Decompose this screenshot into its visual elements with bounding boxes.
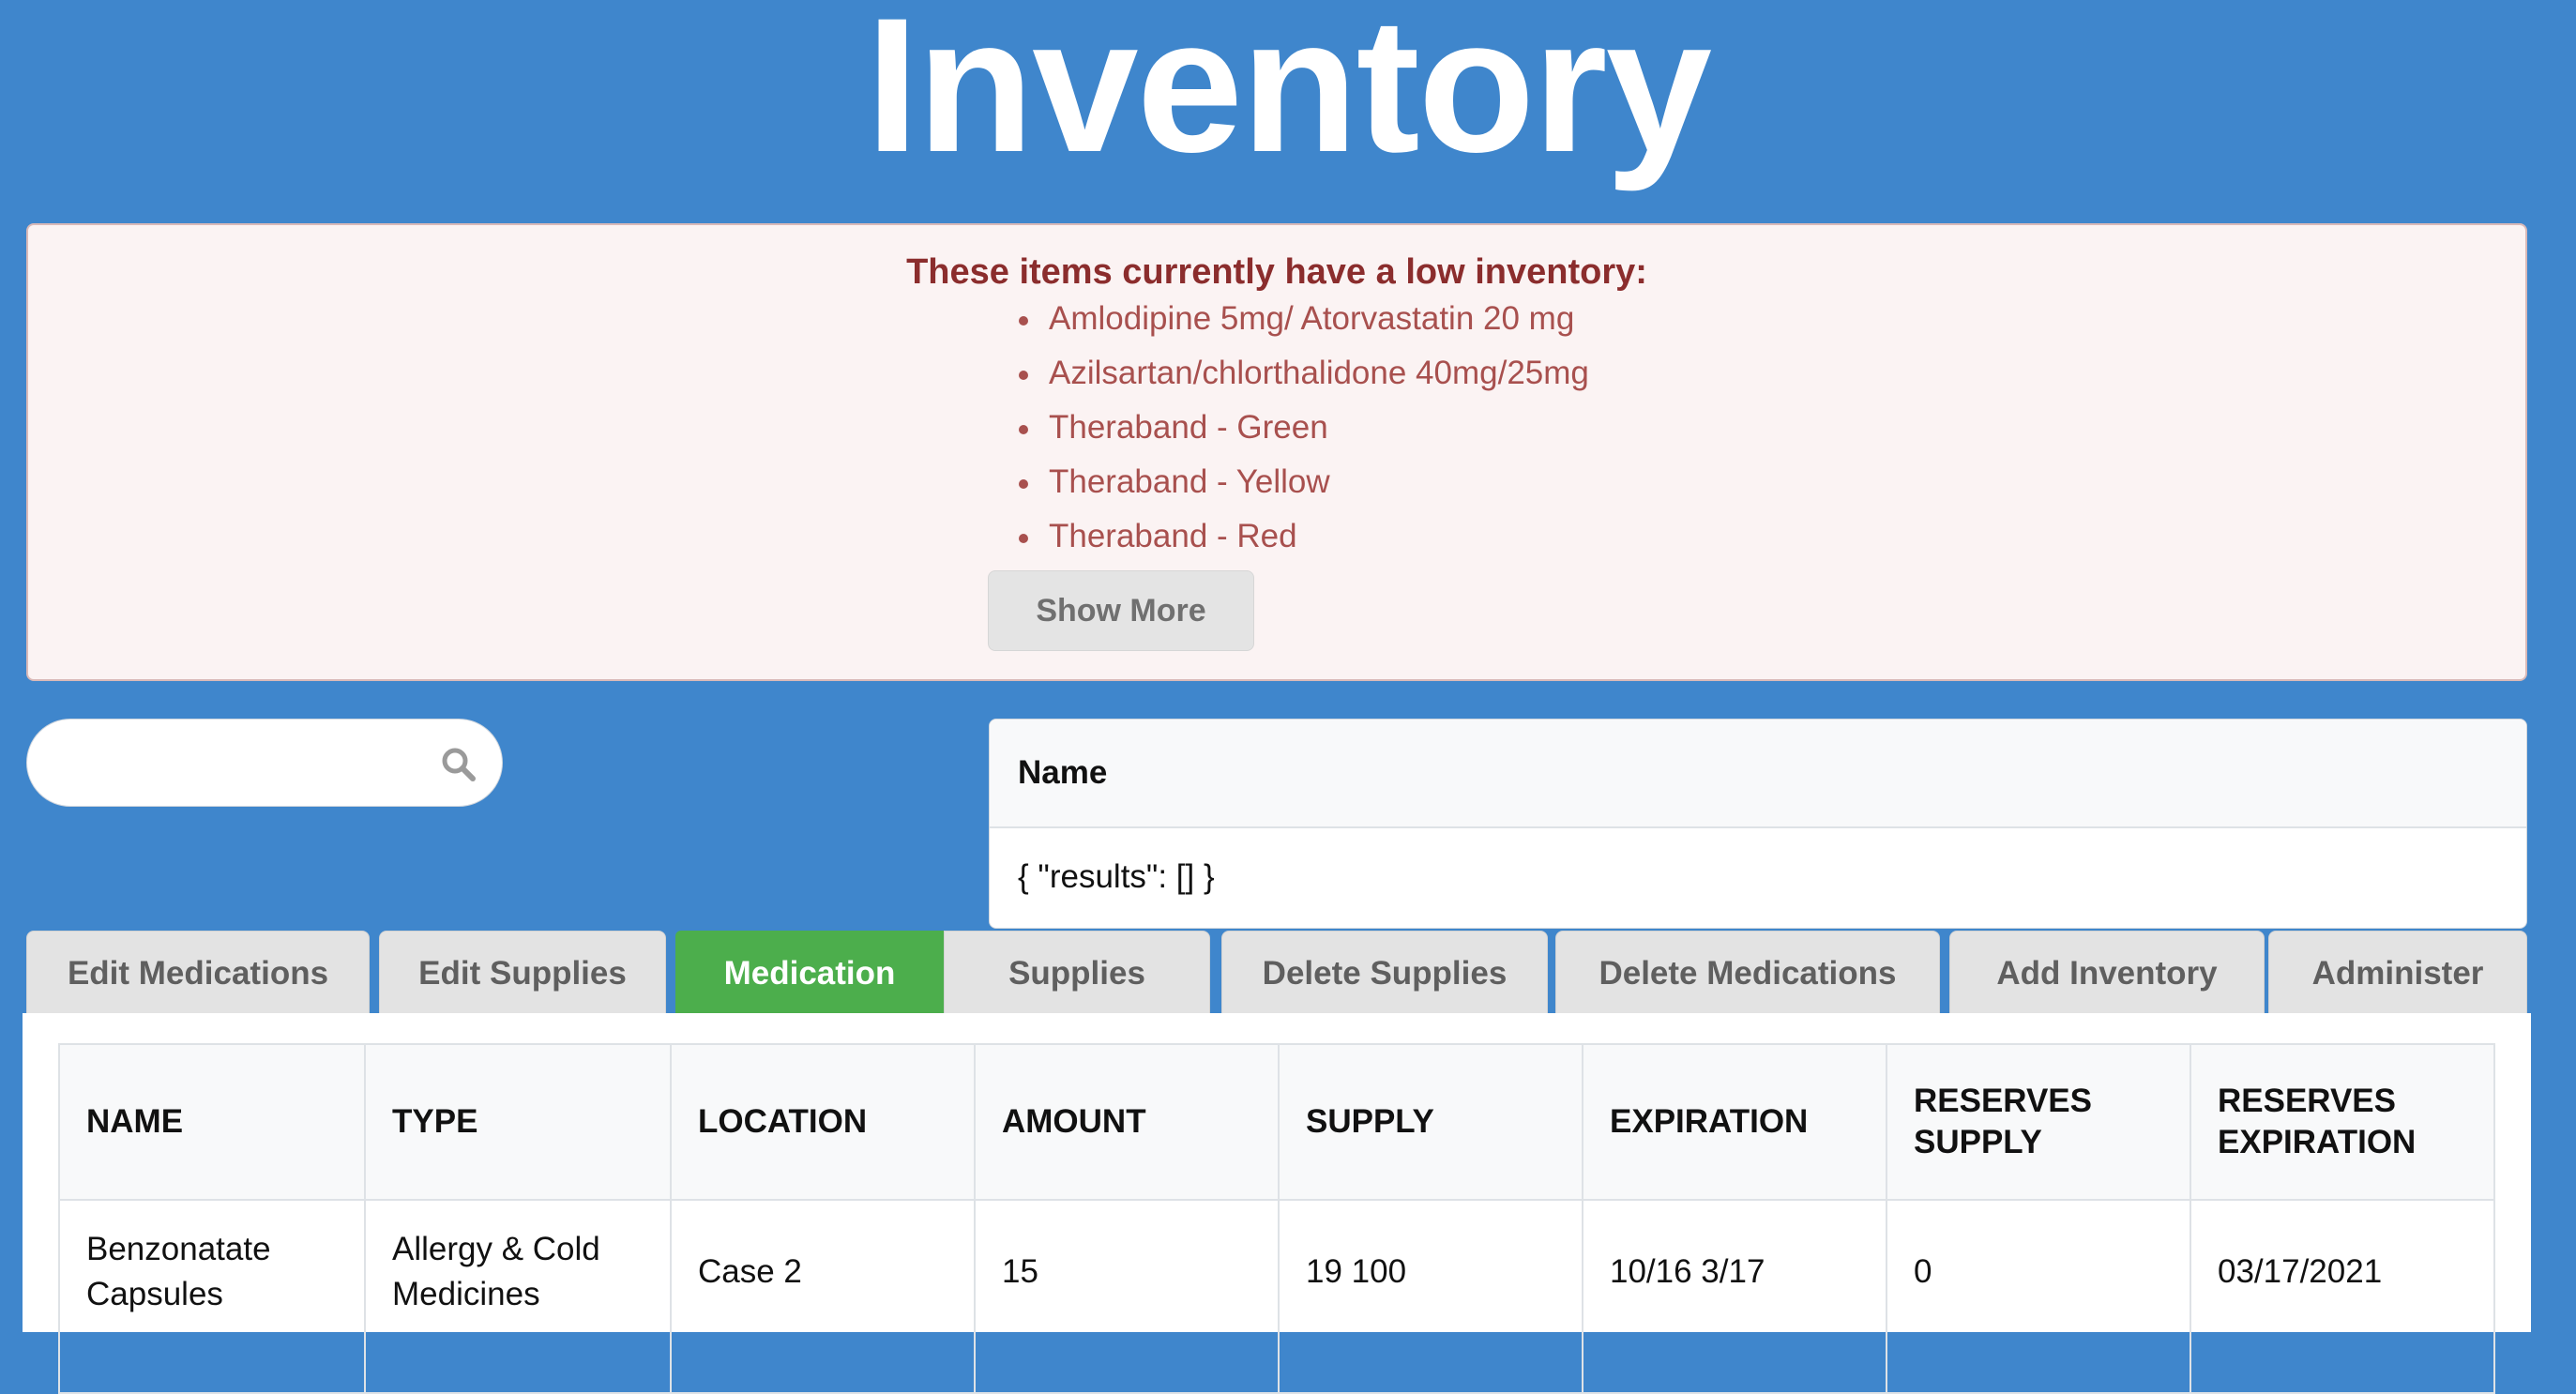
column-header[interactable]: AMOUNT	[974, 1043, 1280, 1201]
medication-table: NAME TYPE LOCATION AMOUNT SUPPLY EXPIRAT…	[58, 1043, 2495, 1394]
search-icon[interactable]	[440, 746, 477, 783]
results-header: Name	[990, 720, 2526, 828]
column-header[interactable]: LOCATION	[670, 1043, 976, 1201]
search-input[interactable]	[55, 736, 434, 791]
search-box	[26, 719, 503, 807]
tab-administer[interactable]: Administer	[2268, 931, 2527, 1015]
alert-heading: These items currently have a low invento…	[906, 252, 1647, 292]
table-cell: 03/17/2021	[2190, 1199, 2495, 1394]
table-row[interactable]: Benzonatate Capsules Allergy & Cold Medi…	[58, 1199, 2495, 1394]
show-more-button[interactable]: Show More	[988, 570, 1254, 651]
low-inventory-item: Theraband - Red	[1019, 516, 1589, 570]
page-title: Inventory	[865, 0, 1712, 192]
column-header[interactable]: EXPIRATION	[1582, 1043, 1887, 1201]
low-inventory-item: Azilsartan/chlorthalidone 40mg/25mg	[1019, 353, 1589, 407]
search-results-panel: Name { "results": [] }	[989, 719, 2527, 929]
table-header-row: NAME TYPE LOCATION AMOUNT SUPPLY EXPIRAT…	[58, 1043, 2495, 1201]
tab-edit-medications[interactable]: Edit Medications	[26, 931, 370, 1015]
tab-delete-medications[interactable]: Delete Medications	[1555, 931, 1940, 1015]
table-cell: 0	[1886, 1199, 2191, 1394]
tab-edit-supplies[interactable]: Edit Supplies	[379, 931, 666, 1015]
table-cell: 15	[974, 1199, 1280, 1394]
table-cell: Case 2	[670, 1199, 976, 1394]
tab-supplies[interactable]: Supplies	[944, 931, 1210, 1015]
table-cell: 19 100	[1278, 1199, 1583, 1394]
low-inventory-alert: These items currently have a low invento…	[26, 223, 2527, 681]
table-cell: Allergy & Cold Medicines	[364, 1199, 672, 1394]
column-header[interactable]: RESERVES SUPPLY	[1886, 1043, 2191, 1201]
results-body: { "results": [] }	[1018, 858, 1215, 895]
low-inventory-item: Theraband - Yellow	[1019, 462, 1589, 516]
column-header[interactable]: NAME	[58, 1043, 366, 1201]
low-inventory-item: Theraband - Green	[1019, 407, 1589, 462]
tab-add-inventory[interactable]: Add Inventory	[1949, 931, 2265, 1015]
tab-medication[interactable]: Medication	[675, 931, 944, 1015]
low-inventory-item: Amlodipine 5mg/ Atorvastatin 20 mg	[1019, 298, 1589, 353]
tab-delete-supplies[interactable]: Delete Supplies	[1221, 931, 1548, 1015]
column-header[interactable]: TYPE	[364, 1043, 672, 1201]
table-cell: 10/16 3/17	[1582, 1199, 1887, 1394]
low-inventory-list: Amlodipine 5mg/ Atorvastatin 20 mg Azils…	[1019, 298, 1589, 570]
table-cell: Benzonatate Capsules	[58, 1199, 366, 1394]
column-header[interactable]: SUPPLY	[1278, 1043, 1583, 1201]
column-header[interactable]: RESERVES EXPIRATION	[2190, 1043, 2495, 1201]
table-container: NAME TYPE LOCATION AMOUNT SUPPLY EXPIRAT…	[23, 1013, 2531, 1394]
